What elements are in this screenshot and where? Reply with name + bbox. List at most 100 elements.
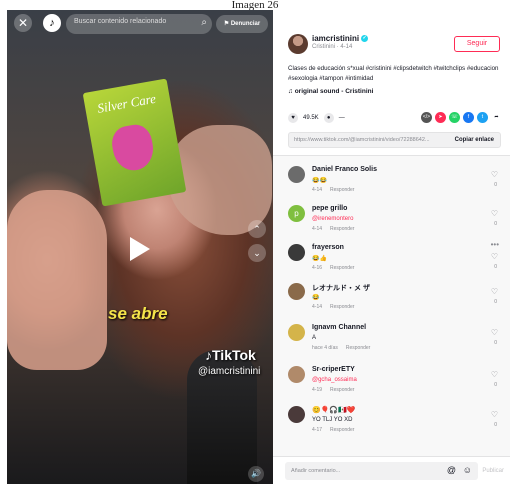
- whatsapp-icon[interactable]: ☏: [449, 112, 460, 123]
- close-button[interactable]: ✕: [14, 14, 32, 32]
- heart-outline-icon[interactable]: ♡: [491, 170, 498, 179]
- comment-date: 4-14: [312, 187, 323, 193]
- comment-like-count: 0: [494, 221, 497, 227]
- heart-outline-icon[interactable]: ♡: [491, 328, 498, 337]
- sound-link[interactable]: ♫ original sound - Cristinini: [288, 88, 373, 95]
- heart-outline-icon[interactable]: ♡: [491, 287, 498, 296]
- post-description: Clases de educación s*xual #cristinini #…: [288, 65, 499, 82]
- commenter-name[interactable]: 😊🎈🎧🇲🇽❤️: [312, 406, 356, 414]
- comment-text: A: [312, 335, 317, 341]
- reply-link[interactable]: Responder: [330, 187, 354, 193]
- chevron-down-icon[interactable]: ⌄: [248, 244, 266, 262]
- menstrual-cup-shape: [109, 122, 157, 174]
- comment-placeholder: Añadir comentario...: [291, 468, 341, 474]
- comment-date: 4-17: [312, 427, 323, 433]
- comment-list[interactable]: Daniel Franco Solis 😂😂 4-14 Responder ♡ 0…: [273, 156, 510, 456]
- commenter-avatar[interactable]: [288, 283, 305, 300]
- commenter-name[interactable]: frayerson: [312, 244, 344, 251]
- commenter-name[interactable]: レオナルド・メ ザ: [312, 283, 370, 293]
- reply-link[interactable]: Responder: [346, 345, 370, 351]
- copy-link-button[interactable]: Copiar enlace: [455, 137, 494, 143]
- hand-shape: [7, 190, 107, 370]
- commenter-name[interactable]: Daniel Franco Solis: [312, 166, 377, 173]
- author-avatar[interactable]: [288, 34, 308, 54]
- heart-outline-icon[interactable]: ♡: [491, 252, 498, 261]
- comment-meta: hace 4 días Responder: [312, 345, 378, 351]
- comment-meta: 4-19 Responder: [312, 387, 362, 393]
- like-count: 49.5K: [303, 115, 319, 121]
- tiktok-logo-icon[interactable]: ♪: [43, 14, 61, 32]
- details-panel: iamcristinini ✓ Cristinini · 4-14 Seguir …: [273, 10, 510, 484]
- commenter-name[interactable]: pepe grillo: [312, 205, 347, 212]
- comment-text: YO TLJ YO XD: [312, 417, 353, 423]
- reply-link[interactable]: Responder: [330, 427, 354, 433]
- comment-like-count: 0: [494, 299, 497, 305]
- watermark-handle: @iamcristinini: [198, 366, 261, 377]
- video-subtitle: se abre: [108, 304, 168, 323]
- comment-meta: 4-17 Responder: [312, 427, 362, 433]
- comment-mention[interactable]: @irenemontero: [312, 216, 353, 222]
- reply-link[interactable]: Responder: [330, 226, 354, 232]
- engagement-stats: ♥ 49.5K ● —: [288, 113, 345, 123]
- author-username-label: iamcristinini: [312, 34, 360, 43]
- commenter-avatar[interactable]: p: [288, 205, 305, 222]
- volume-icon[interactable]: 🔊: [248, 466, 264, 482]
- search-input[interactable]: Buscar contenido relacionado ⌕: [66, 14, 212, 34]
- comment-like-count: 0: [494, 340, 497, 346]
- comment-composer: Añadir comentario... @ ☺ Publicar: [273, 456, 510, 484]
- commenter-avatar[interactable]: [288, 244, 305, 261]
- commenter-name[interactable]: Sr-criperETY: [312, 366, 355, 373]
- play-icon[interactable]: [130, 237, 150, 261]
- commenter-name[interactable]: Ignavm Channel: [312, 324, 366, 331]
- follow-button[interactable]: Seguir: [454, 36, 500, 52]
- comment-mention[interactable]: @gcha_ossaima: [312, 377, 357, 383]
- author-username[interactable]: iamcristinini ✓: [312, 34, 369, 43]
- comment-date: 4-14: [312, 304, 323, 310]
- heart-outline-icon[interactable]: ♡: [491, 410, 498, 419]
- more-options-icon[interactable]: •••: [491, 240, 499, 249]
- heart-outline-icon[interactable]: ♡: [491, 370, 498, 379]
- comment-meta: 4-14 Responder: [312, 187, 362, 193]
- mention-icon[interactable]: @: [447, 465, 456, 475]
- heart-icon[interactable]: ♥: [288, 113, 298, 123]
- commenter-avatar[interactable]: [288, 324, 305, 341]
- search-icon[interactable]: ⌕: [201, 17, 207, 28]
- share-link-box[interactable]: https://www.tiktok.com/@iamcristinini/vi…: [288, 132, 501, 148]
- send-icon[interactable]: ➤: [435, 112, 446, 123]
- verified-icon: ✓: [361, 35, 369, 43]
- comment-date: 4-19: [312, 387, 323, 393]
- commenter-avatar[interactable]: [288, 166, 305, 183]
- comment-meta: 4-14 Responder: [312, 226, 362, 232]
- commenter-avatar[interactable]: [288, 366, 305, 383]
- report-flag-icon: ⚑: [223, 21, 231, 27]
- watermark-brand: ♪TikTok: [205, 347, 256, 363]
- facebook-icon[interactable]: f: [463, 112, 474, 123]
- report-button[interactable]: ⚑ Denunciar: [216, 15, 268, 33]
- commenter-avatar[interactable]: [288, 406, 305, 423]
- comment-like-count: 0: [494, 382, 497, 388]
- comment-icon[interactable]: ●: [323, 113, 334, 123]
- music-note-icon: ♫: [288, 88, 295, 95]
- share-arrow-icon[interactable]: ➦: [491, 112, 502, 123]
- comment-meta: 4-16 Responder: [312, 265, 362, 271]
- reply-link[interactable]: Responder: [330, 387, 354, 393]
- sound-label: original sound - Cristinini: [294, 88, 374, 95]
- share-row: </> ➤ ☏ f t ➦: [421, 112, 502, 123]
- comment-input[interactable]: Añadir comentario... @ ☺: [285, 462, 478, 480]
- emoji-icon[interactable]: ☺: [463, 465, 472, 475]
- comment-like-count: 0: [494, 264, 497, 270]
- comment-count: —: [338, 115, 345, 121]
- post-comment-button[interactable]: Publicar: [482, 468, 504, 474]
- comment-date: 4-16: [312, 265, 323, 271]
- search-placeholder: Buscar contenido relacionado: [74, 18, 167, 25]
- comment-meta: 4-14 Responder: [312, 304, 362, 310]
- twitter-icon[interactable]: t: [477, 112, 488, 123]
- reply-link[interactable]: Responder: [330, 304, 354, 310]
- reply-link[interactable]: Responder: [330, 265, 354, 271]
- page-caption: Imagen 26: [231, 0, 279, 10]
- heart-outline-icon[interactable]: ♡: [491, 209, 498, 218]
- chevron-up-icon[interactable]: ⌃: [248, 220, 266, 238]
- comment-like-count: 0: [494, 182, 497, 188]
- watermark-brand-label: TikTok: [212, 347, 256, 363]
- embed-icon[interactable]: </>: [421, 112, 432, 123]
